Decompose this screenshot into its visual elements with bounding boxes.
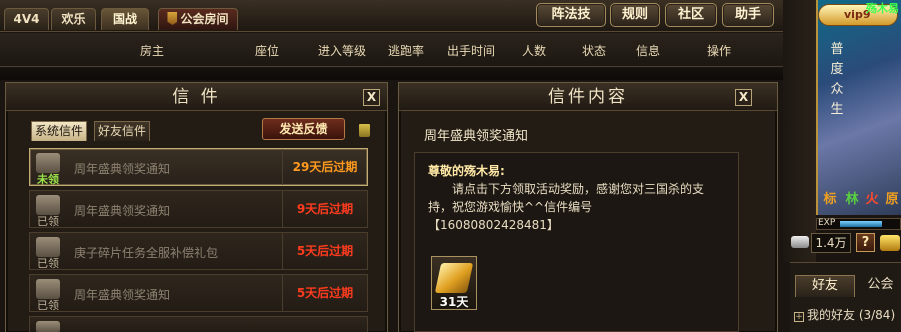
mail-state: 已领 <box>37 257 59 270</box>
exp-bar-fill <box>840 221 882 227</box>
friend-group-label: 我的好友 (3/84) <box>807 308 896 322</box>
mail-envelope-icon <box>36 279 60 299</box>
mail-close-button[interactable]: X <box>363 89 380 106</box>
col-info: 信息 <box>636 44 661 58</box>
mail-row[interactable]: 已领 周年盛典领奖通知 5天后过期 <box>29 274 368 312</box>
guild-flag-icon <box>167 12 178 25</box>
reward-item-slot[interactable]: 31天 <box>431 256 477 310</box>
silver-ingot-icon <box>791 236 809 248</box>
gold-ingot-icon[interactable] <box>880 235 900 251</box>
mail-content-title: 信件内容 <box>399 83 777 111</box>
tab-friends[interactable]: 好友 <box>795 275 855 297</box>
mail-state: 已领 <box>37 299 59 312</box>
tab-guozhan[interactable]: 国战 <box>101 8 149 30</box>
character-name: 普度众生 <box>830 42 844 117</box>
mail-state: 未领 <box>37 173 59 186</box>
tab-system-mail[interactable]: 系统信件 <box>31 121 88 141</box>
mail-body-text: 请点击下方领取活动奖励，感谢您对三国杀的支持，祝您游戏愉快^^信件编号【1608… <box>428 182 705 232</box>
tab-guild[interactable]: 公会 <box>860 275 901 297</box>
community-button[interactable]: 社区 <box>665 3 717 27</box>
rules-button[interactable]: 规则 <box>610 3 660 27</box>
tab-guild-room[interactable]: 公会房间 <box>158 8 238 30</box>
mail-row[interactable]: 已领 庚子碎片任务全服补偿礼包 5天后过期 <box>29 232 368 270</box>
tab-guild-room-label: 公会房间 <box>180 12 229 26</box>
mail-subject: 周年盛典领奖通知 <box>74 288 171 302</box>
col-seat: 座位 <box>255 44 280 58</box>
kingdom-badge: 火 <box>865 192 879 207</box>
kingdom-badge: 林 <box>845 192 859 207</box>
right-gutter <box>783 0 816 262</box>
mail-subject: 周年盛典领奖通知 <box>74 204 171 218</box>
mail-envelope-icon <box>36 321 60 332</box>
room-list-area <box>0 68 783 80</box>
col-action: 操作 <box>707 44 732 58</box>
mail-envelope-icon <box>36 195 60 215</box>
mail-row-partial[interactable] <box>29 316 368 332</box>
mail-subject: 庚子碎片任务全服补偿礼包 <box>74 246 219 260</box>
mail-row[interactable]: 已领 周年盛典领奖通知 9天后过期 <box>29 190 368 228</box>
exp-label: EXP <box>818 218 836 228</box>
mail-envelope-icon <box>36 153 60 173</box>
col-entry-level: 进入等级 <box>318 44 367 58</box>
assistant-button[interactable]: 助手 <box>722 3 774 27</box>
room-list-header: 房主 座位 进入等级 逃跑率 出手时间 人数 状态 信息 操作 <box>0 33 783 67</box>
tab-huanle[interactable]: 欢乐 <box>51 8 96 30</box>
mail-expire: 5天后过期 <box>282 275 367 311</box>
vip-card-icon <box>434 263 474 293</box>
mail-subject: 周年盛典领奖通知 <box>74 162 171 176</box>
col-status: 状态 <box>582 44 607 58</box>
player-name-tag: 殇木易 <box>866 2 899 15</box>
trash-icon[interactable] <box>359 124 370 137</box>
mail-greeting: 尊敬的殇木易: <box>428 164 505 178</box>
mail-expire: 9天后过期 <box>282 191 367 227</box>
content-close-button[interactable]: X <box>735 89 752 106</box>
mail-envelope-icon <box>36 237 60 257</box>
kingdom-badge: 原 <box>885 192 899 207</box>
reward-duration: 31天 <box>439 295 469 309</box>
col-play-time: 出手时间 <box>447 44 496 58</box>
friend-group-my-friends[interactable]: + 我的好友 (3/84) <box>794 306 895 323</box>
character-portrait[interactable] <box>816 0 901 215</box>
send-feedback-button[interactable]: 发送反馈 <box>262 118 345 140</box>
silver-amount: 1.4万 <box>811 233 851 253</box>
tab-friend-mail[interactable]: 好友信件 <box>94 121 151 141</box>
kingdom-badges: 标 林 火 原 <box>818 190 900 212</box>
col-player-count: 人数 <box>522 44 547 58</box>
mail-expire: 5天后过期 <box>282 233 367 269</box>
mail-expire: 29天后过期 <box>282 149 367 185</box>
tab-4v4[interactable]: 4V4 <box>4 8 49 30</box>
col-owner: 房主 <box>140 44 165 58</box>
expand-icon[interactable]: + <box>794 312 804 322</box>
formation-skill-button[interactable]: 阵法技 <box>536 3 606 27</box>
col-escape-rate: 逃跑率 <box>388 44 425 58</box>
help-button[interactable]: ? <box>856 233 875 252</box>
mail-panel-title: 信 件 <box>6 83 387 111</box>
mail-state: 已领 <box>37 215 59 228</box>
mail-row[interactable]: 未领 周年盛典领奖通知 29天后过期 <box>29 148 368 186</box>
mail-heading: 周年盛典领奖通知 <box>424 129 529 144</box>
kingdom-badge: 标 <box>823 192 837 207</box>
